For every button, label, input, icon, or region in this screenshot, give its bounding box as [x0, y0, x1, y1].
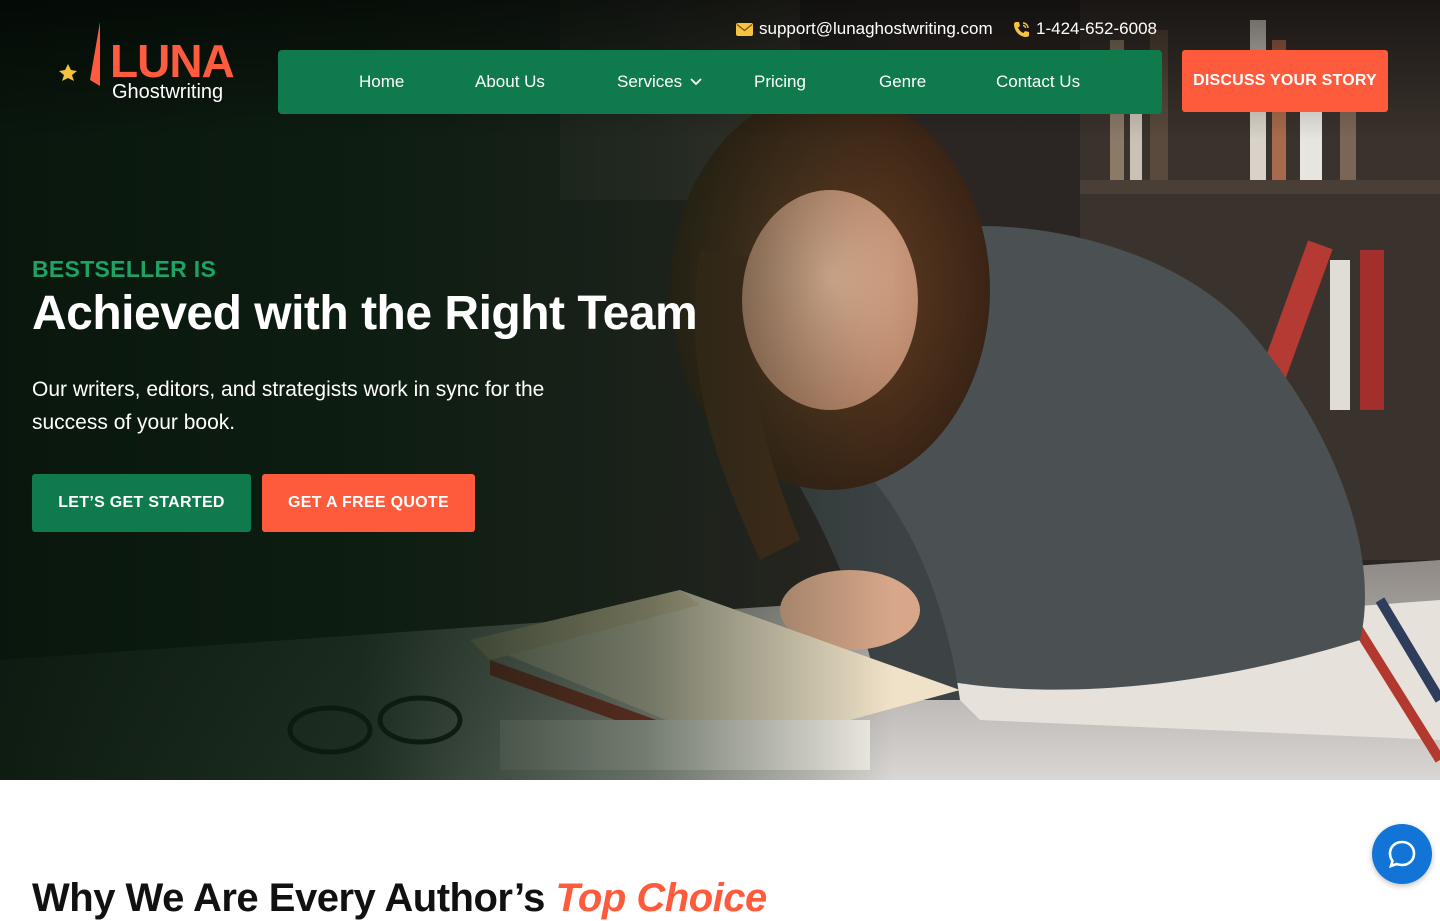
phone-icon — [1014, 21, 1029, 37]
hero-headline: Achieved with the Right Team — [32, 287, 698, 340]
nav-label: Genre — [879, 72, 927, 91]
chat-widget-button[interactable] — [1372, 824, 1432, 884]
support-email-text: support@lunaghostwriting.com — [759, 19, 993, 38]
support-email-link[interactable]: support@lunaghostwriting.com — [736, 18, 993, 40]
section-title-accent: Top Choice — [555, 876, 767, 920]
section-title-prefix: Why We Are Every Author’s — [32, 876, 545, 920]
nav-label: Pricing — [754, 72, 806, 91]
get-started-button[interactable]: LET’S GET STARTED — [32, 474, 251, 532]
nav-item-home[interactable]: Home — [359, 50, 404, 114]
main-navbar: Home About Us Services Pricing Genre Con… — [278, 50, 1162, 114]
section-title: Why We Are Every Author’s Top Choice — [32, 876, 767, 921]
hero-subtext: Our writers, editors, and strategists wo… — [32, 378, 545, 434]
nav-label: Home — [359, 72, 405, 91]
logo-tagline: Ghostwriting — [112, 81, 224, 103]
discuss-your-story-button[interactable]: DISCUSS YOUR STORY — [1182, 50, 1388, 112]
nav-item-genre[interactable]: Genre — [879, 50, 926, 114]
nav-item-about-us[interactable]: About Us — [475, 50, 545, 114]
phone-link[interactable]: 1-424-652-6008 — [1013, 18, 1157, 40]
free-quote-button[interactable]: GET A FREE QUOTE — [262, 474, 475, 532]
chat-bubble-icon — [1388, 840, 1416, 869]
site-logo[interactable]: LUNA Ghostwriting — [50, 18, 250, 110]
nav-label: Services — [617, 72, 683, 91]
hero-eyebrow: BESTSELLER IS — [32, 256, 217, 282]
hero-section: LUNA Ghostwriting support@lunaghostwriti… — [0, 0, 1440, 780]
logo-wordmark: LUNA — [110, 35, 235, 87]
nav-item-pricing[interactable]: Pricing — [754, 50, 806, 114]
chevron-down-icon — [690, 78, 702, 86]
nav-item-services[interactable]: Services — [617, 50, 702, 114]
phone-number-text: 1-424-652-6008 — [1036, 19, 1157, 38]
nav-item-contact-us[interactable]: Contact Us — [996, 50, 1080, 114]
nav-label: About Us — [475, 72, 545, 91]
envelope-icon — [736, 22, 753, 36]
nav-label: Contact Us — [996, 72, 1081, 91]
